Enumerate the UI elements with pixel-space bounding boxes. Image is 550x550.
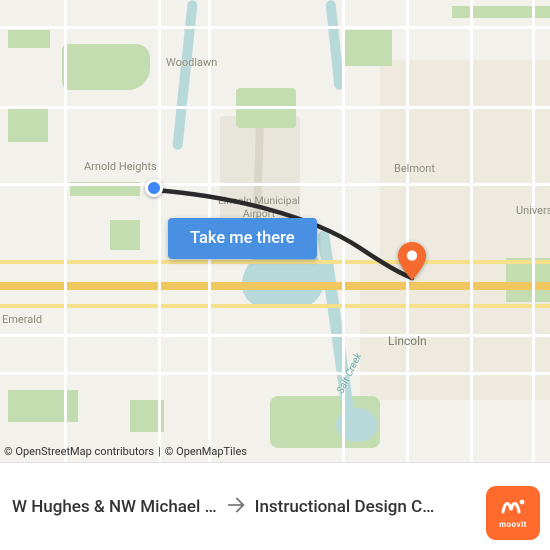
map-label-lincoln: Lincoln xyxy=(388,334,427,348)
osm-attribution-link[interactable]: © OpenStreetMap contributors xyxy=(4,445,154,458)
route-from-label[interactable]: W Hughes & NW Michael … xyxy=(12,497,217,517)
openmaptiles-attribution-link[interactable]: © OpenMapTiles xyxy=(165,445,247,458)
map[interactable]: Woodlawn Arnold Heights Lincoln Municipa… xyxy=(0,0,550,462)
map-label-emerald: Emerald xyxy=(2,313,42,326)
map-label-woodlawn: Woodlawn xyxy=(166,56,217,69)
moovit-badge[interactable]: moovit xyxy=(486,486,540,540)
map-label-university: Univers xyxy=(516,204,550,217)
moovit-logo-icon xyxy=(500,497,526,518)
take-me-there-button[interactable]: Take me there xyxy=(168,218,317,259)
route-to-label[interactable]: Instructional Design C… xyxy=(255,497,435,517)
destination-marker-icon[interactable] xyxy=(398,242,426,280)
map-label-airport: Lincoln Municipal Airport xyxy=(218,194,300,220)
route-summary-bar: W Hughes & NW Michael … Instructional De… xyxy=(0,462,550,550)
arrow-right-icon xyxy=(225,494,247,520)
map-label-arnold-heights: Arnold Heights xyxy=(84,160,157,173)
attribution-separator: | xyxy=(158,445,161,458)
map-label-belmont: Belmont xyxy=(394,162,435,175)
moovit-badge-text: moovit xyxy=(499,520,527,529)
origin-marker-icon[interactable] xyxy=(145,179,163,197)
map-attribution: © OpenStreetMap contributors | © OpenMap… xyxy=(4,445,247,458)
